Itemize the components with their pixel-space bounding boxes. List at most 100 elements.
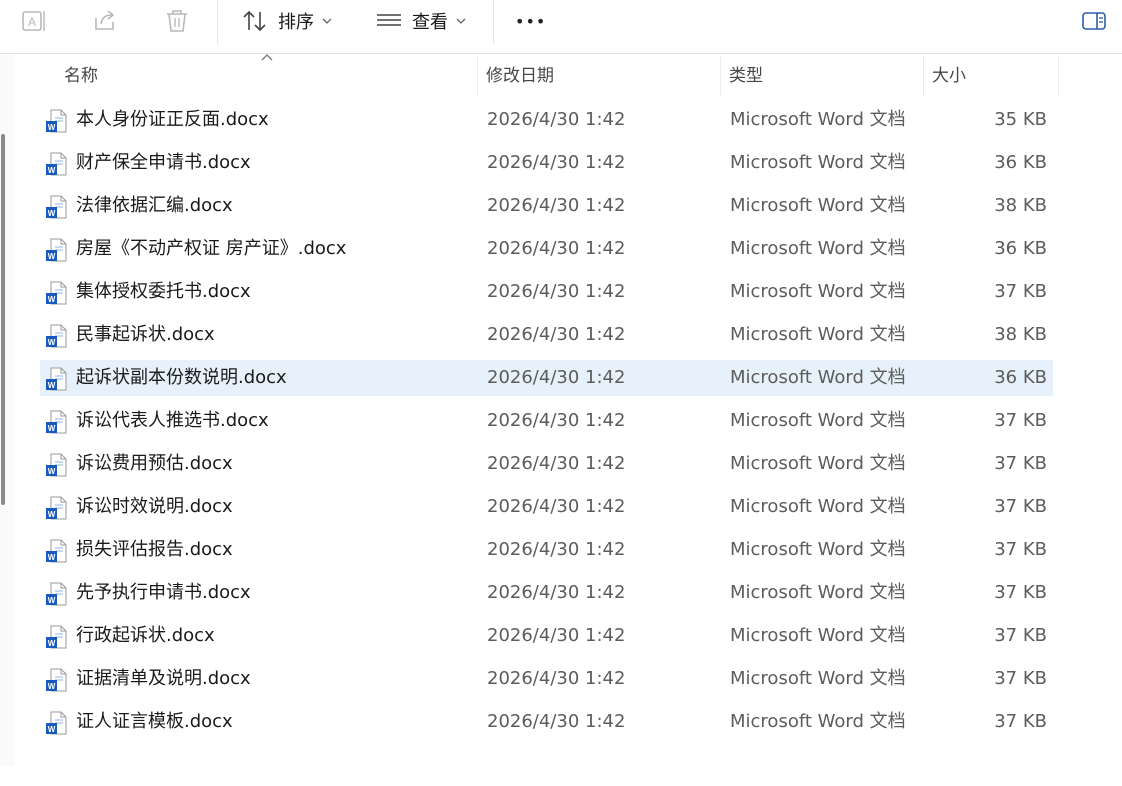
file-row[interactable]: W 起诉状副本份数说明.docx 2026/4/30 1:42 Microsoft …	[40, 360, 1053, 396]
rename-icon: A	[22, 11, 45, 31]
sort-arrows-icon	[243, 10, 266, 32]
file-row[interactable]: W 本人身份证正反面.docx 2026/4/30 1:42 Microsoft W…	[40, 102, 1053, 138]
file-size: 36 KB	[994, 238, 1047, 259]
column-header-name[interactable]: 名称	[64, 54, 98, 98]
vertical-scrollbar[interactable]	[0, 54, 14, 766]
file-size: 36 KB	[994, 152, 1047, 173]
column-header-type[interactable]: 类型	[729, 54, 763, 98]
file-type: Microsoft Word 文档	[730, 711, 906, 732]
svg-text:W: W	[48, 338, 56, 347]
file-type: Microsoft Word 文档	[730, 238, 906, 259]
file-row[interactable]: W 行政起诉状.docx 2026/4/30 1:42 Microsoft Word…	[40, 618, 1053, 654]
file-size: 35 KB	[994, 109, 1047, 130]
file-row[interactable]: W 集体授权委托书.docx 2026/4/30 1:42 Microsoft Wo…	[40, 274, 1053, 310]
more-options-button[interactable]: •••	[515, 6, 546, 36]
svg-text:W: W	[48, 682, 56, 691]
details-pane-button[interactable]	[1082, 6, 1108, 36]
file-type: Microsoft Word 文档	[730, 410, 906, 431]
view-button[interactable]: 查看	[376, 6, 466, 36]
column-divider[interactable]	[923, 56, 924, 96]
file-name: 起诉状副本份数说明.docx	[76, 367, 287, 388]
file-name: 损失评估报告.docx	[76, 539, 233, 560]
file-row[interactable]: W 证人证言模板.docx 2026/4/30 1:42 Microsoft Wor…	[40, 704, 1053, 740]
scrollbar-thumb[interactable]	[1, 134, 5, 505]
file-size: 37 KB	[994, 539, 1047, 560]
share-icon	[95, 10, 115, 30]
word-document-icon: W	[46, 367, 67, 391]
file-name: 诉讼时效说明.docx	[76, 496, 233, 517]
file-modified-date: 2026/4/30 1:42	[487, 625, 626, 646]
file-name: 行政起诉状.docx	[76, 625, 215, 646]
word-document-icon: W	[46, 539, 67, 563]
file-type: Microsoft Word 文档	[730, 324, 906, 345]
svg-text:W: W	[48, 725, 56, 734]
word-document-icon: W	[46, 496, 67, 520]
svg-text:W: W	[48, 424, 56, 433]
sort-button[interactable]: 排序	[242, 6, 332, 36]
svg-text:W: W	[48, 596, 56, 605]
word-document-icon: W	[46, 410, 67, 434]
svg-text:W: W	[48, 381, 56, 390]
file-modified-date: 2026/4/30 1:42	[487, 367, 626, 388]
file-type: Microsoft Word 文档	[730, 367, 906, 388]
trash-icon	[167, 10, 187, 32]
details-pane-icon	[1082, 12, 1106, 30]
svg-text:W: W	[48, 510, 56, 519]
file-type: Microsoft Word 文档	[730, 625, 906, 646]
share-button[interactable]	[92, 6, 118, 36]
word-document-icon: W	[46, 152, 67, 176]
file-row[interactable]: W 房屋《不动产权证 房产证》.docx 2026/4/30 1:42 Micros…	[40, 231, 1053, 267]
file-modified-date: 2026/4/30 1:42	[487, 668, 626, 689]
file-size: 36 KB	[994, 367, 1047, 388]
column-header-size[interactable]: 大小	[932, 54, 966, 98]
column-header-row: 名称 修改日期 类型 大小	[14, 54, 1122, 98]
file-name: 本人身份证正反面.docx	[76, 109, 269, 130]
file-name: 财产保全申请书.docx	[76, 152, 251, 173]
chevron-down-icon	[456, 18, 466, 24]
toolbar-divider	[217, 0, 218, 44]
file-type: Microsoft Word 文档	[730, 109, 906, 130]
file-size: 37 KB	[994, 625, 1047, 646]
file-row[interactable]: W 诉讼代表人推选书.docx 2026/4/30 1:42 Microsoft W…	[40, 403, 1053, 439]
more-options-icon: •••	[515, 11, 547, 31]
file-size: 37 KB	[994, 668, 1047, 689]
chevron-down-icon	[322, 18, 332, 24]
file-modified-date: 2026/4/30 1:42	[487, 195, 626, 216]
view-label: 查看	[412, 12, 448, 33]
file-row[interactable]: W 证据清单及说明.docx 2026/4/30 1:42 Microsoft Wo…	[40, 661, 1053, 697]
sort-label: 排序	[278, 12, 314, 33]
column-divider[interactable]	[477, 56, 478, 96]
file-modified-date: 2026/4/30 1:42	[487, 711, 626, 732]
file-row[interactable]: W 诉讼费用预估.docx 2026/4/30 1:42 Microsoft Wor…	[40, 446, 1053, 482]
file-modified-date: 2026/4/30 1:42	[487, 238, 626, 259]
delete-button[interactable]	[164, 6, 190, 36]
column-header-date[interactable]: 修改日期	[486, 54, 554, 98]
file-size: 37 KB	[994, 453, 1047, 474]
file-modified-date: 2026/4/30 1:42	[487, 109, 626, 130]
file-name: 民事起诉状.docx	[76, 324, 215, 345]
file-row[interactable]: W 诉讼时效说明.docx 2026/4/30 1:42 Microsoft Wor…	[40, 489, 1053, 525]
file-row[interactable]: W 民事起诉状.docx 2026/4/30 1:42 Microsoft Word…	[40, 317, 1053, 353]
svg-text:W: W	[48, 295, 56, 304]
file-type: Microsoft Word 文档	[730, 152, 906, 173]
file-row[interactable]: W 损失评估报告.docx 2026/4/30 1:42 Microsoft Wor…	[40, 532, 1053, 568]
word-document-icon: W	[46, 195, 67, 219]
svg-text:W: W	[48, 123, 56, 132]
column-divider[interactable]	[1058, 56, 1059, 96]
file-row[interactable]: W 法律依据汇编.docx 2026/4/30 1:42 Microsoft Wor…	[40, 188, 1053, 224]
file-row[interactable]: W 财产保全申请书.docx 2026/4/30 1:42 Microsoft Wo…	[40, 145, 1053, 181]
file-type: Microsoft Word 文档	[730, 496, 906, 517]
file-modified-date: 2026/4/30 1:42	[487, 539, 626, 560]
file-modified-date: 2026/4/30 1:42	[487, 152, 626, 173]
column-divider[interactable]	[720, 56, 721, 96]
file-size: 37 KB	[994, 582, 1047, 603]
view-list-icon	[377, 14, 401, 26]
svg-text:A: A	[28, 15, 36, 29]
file-row[interactable]: W 先予执行申请书.docx 2026/4/30 1:42 Microsoft Wo…	[40, 575, 1053, 611]
svg-text:W: W	[48, 467, 56, 476]
command-bar: A 排序 查看 •••	[0, 0, 1122, 54]
rename-button[interactable]: A	[20, 6, 46, 36]
file-modified-date: 2026/4/30 1:42	[487, 281, 626, 302]
word-document-icon: W	[46, 324, 67, 348]
word-document-icon: W	[46, 238, 67, 262]
